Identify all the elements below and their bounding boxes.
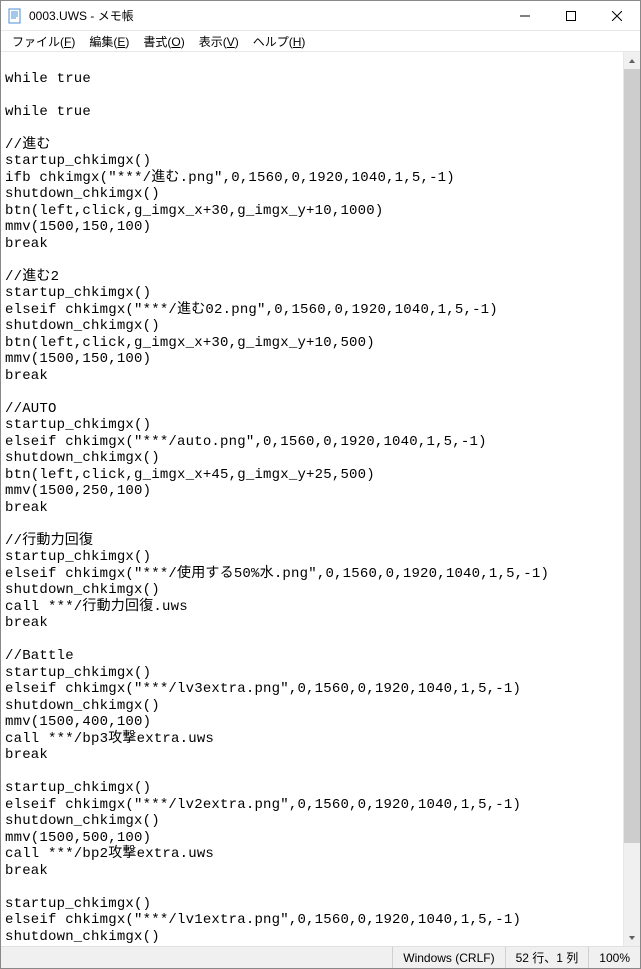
- menu-edit[interactable]: 編集(E): [82, 32, 136, 51]
- menu-format[interactable]: 書式(O): [136, 32, 191, 51]
- window-title: 0003.UWS - メモ帳: [29, 7, 502, 24]
- scroll-thumb[interactable]: [624, 69, 640, 843]
- statusbar: Windows (CRLF) 52 行、1 列 100%: [1, 946, 640, 968]
- app-icon: [7, 8, 23, 24]
- scroll-down-button[interactable]: [624, 929, 640, 946]
- window-controls: [502, 1, 640, 31]
- content-area: while true while true //進む startup_chkim…: [1, 51, 640, 946]
- notepad-window: 0003.UWS - メモ帳 ファイル(F) 編集(E) 書式(O) 表示(V)…: [0, 0, 641, 969]
- menubar: ファイル(F) 編集(E) 書式(O) 表示(V) ヘルプ(H): [1, 31, 640, 51]
- text-editor[interactable]: while true while true //進む startup_chkim…: [1, 52, 623, 946]
- scroll-track[interactable]: [624, 69, 640, 929]
- menu-help[interactable]: ヘルプ(H): [246, 32, 313, 51]
- vertical-scrollbar[interactable]: [623, 52, 640, 946]
- status-position: 52 行、1 列: [505, 947, 589, 968]
- menu-view[interactable]: 表示(V): [192, 32, 246, 51]
- status-zoom: 100%: [588, 947, 640, 968]
- maximize-button[interactable]: [548, 1, 594, 31]
- close-button[interactable]: [594, 1, 640, 31]
- status-encoding: Windows (CRLF): [392, 947, 504, 968]
- minimize-button[interactable]: [502, 1, 548, 31]
- scroll-up-button[interactable]: [624, 52, 640, 69]
- titlebar[interactable]: 0003.UWS - メモ帳: [1, 1, 640, 31]
- menu-file[interactable]: ファイル(F): [5, 32, 82, 51]
